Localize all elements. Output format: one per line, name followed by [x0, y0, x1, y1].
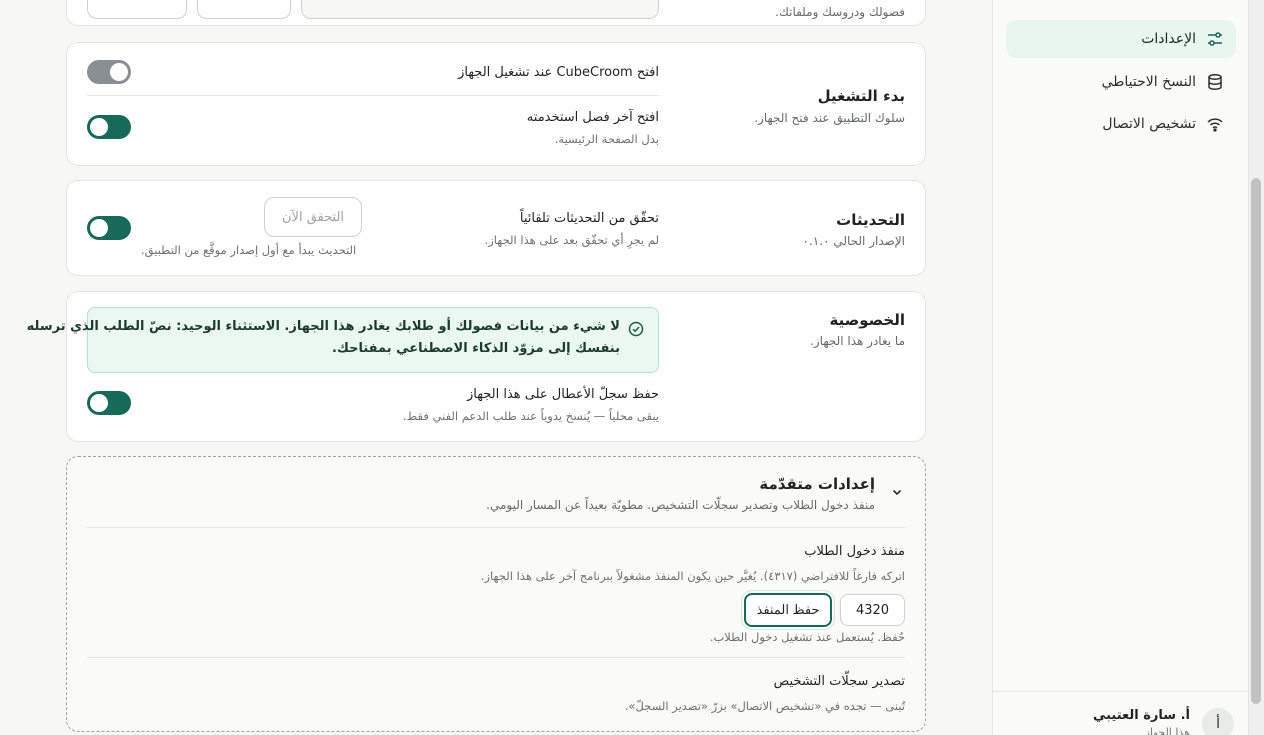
open-last-class-toggle[interactable]	[87, 115, 131, 139]
open-on-boot-label: افتح CubeCroom عند تشغيل الجهاز	[458, 65, 659, 80]
privacy-card: الخصوصية ما يغادر هذا الجهاز. لا شيء من …	[26, 291, 926, 442]
advanced-header[interactable]: إعدادات متقدّمة منفذ دخول الطلاب وتصدير …	[67, 457, 925, 527]
updates-subtitle: الإصدار الحالي ٠.١.٠	[802, 234, 905, 248]
check-now-note: التحديث يبدأ مع أول إصدار موقَّع من التط…	[141, 243, 357, 257]
top-partial-card: فصولك ودروسك وملفاتك.	[66, 0, 926, 26]
auto-check-label: تحقّق من التحديثات تلقائياً	[519, 211, 659, 226]
sidebar: الإعدادات النسخ الاحتياطي تشخيص الاتصال …	[992, 0, 1248, 735]
export-logs-label: تصدير سجلّات التشخيص	[773, 674, 905, 689]
top-partial-button-1[interactable]	[87, 0, 187, 19]
startup-title: بدء التشغيل	[817, 87, 905, 105]
chevron-down-icon	[892, 489, 902, 496]
scrollbar-thumb[interactable]	[1251, 178, 1261, 704]
check-now-button[interactable]: التحقق الآن	[264, 197, 362, 237]
crash-log-toggle[interactable]	[87, 391, 131, 415]
privacy-title: الخصوصية	[829, 311, 905, 329]
advanced-panel: إعدادات متقدّمة منفذ دخول الطلاب وتصدير …	[66, 456, 926, 732]
sidebar-item-label: الإعدادات	[1141, 31, 1196, 47]
avatar: أ	[1202, 708, 1234, 735]
top-partial-subtitle: فصولك ودروسك وملفاتك.	[775, 5, 905, 19]
crash-log-label: حفظ سجلّ الأعطال على هذا الجهاز	[467, 387, 659, 402]
sidebar-item-settings[interactable]: الإعدادات	[1006, 20, 1236, 58]
sidebar-item-backup[interactable]: النسخ الاحتياطي	[1006, 63, 1236, 101]
wifi-icon	[1207, 118, 1223, 132]
open-on-boot-toggle[interactable]	[87, 60, 131, 84]
crash-log-sub: يبقى محلياً — يُنسخ يدوياً عند طلب الدعم…	[402, 409, 659, 423]
privacy-notice-line1: لا شيء من بيانات فصولك أو طلابك يغادر هذ…	[26, 319, 620, 334]
user-subtitle: هذا الجهاز	[1144, 726, 1190, 735]
port-label: منفذ دخول الطلاب	[804, 544, 905, 559]
sidebar-item-partial-top[interactable]	[1006, 0, 1236, 6]
port-status: حُفظ. يُستعمل عند تشغيل دخول الطلاب.	[709, 630, 905, 644]
advanced-divider-2	[87, 657, 905, 658]
sidebar-user[interactable]: أ أ. سارة العتيبي هذا الجهاز	[992, 691, 1248, 735]
updates-title: التحديثات	[836, 211, 905, 229]
startup-card: بدء التشغيل سلوك التطبيق عند فتح الجهاز.…	[66, 42, 926, 166]
save-port-button[interactable]: حفظ المنفذ	[744, 593, 832, 627]
open-last-class-sub: بدل الصفحة الرئيسية.	[554, 132, 659, 146]
export-logs-sub: تُبنى — تجده في «تشخيص الاتصال» بزرّ «تص…	[624, 699, 905, 713]
auto-check-sub: لم يجرِ أي تحقّق بعد على هذا الجهاز.	[484, 233, 659, 247]
auto-check-toggle[interactable]	[87, 216, 131, 240]
updates-card: التحديثات الإصدار الحالي ٠.١.٠ تحقّق من …	[66, 180, 926, 276]
privacy-notice: لا شيء من بيانات فصولك أو طلابك يغادر هذ…	[26, 307, 659, 373]
advanced-title: إعدادات متقدّمة	[759, 475, 875, 493]
advanced-subtitle: منفذ دخول الطلاب وتصدير سجلّات التشخيص. …	[486, 498, 875, 512]
sidebar-item-label: النسخ الاحتياطي	[1101, 74, 1196, 90]
page-scrollbar[interactable]	[1248, 0, 1264, 735]
sidebar-item-label: تشخيص الاتصال	[1102, 116, 1196, 132]
top-partial-field[interactable]	[301, 0, 659, 19]
port-help: اتركه فارغاً للافتراضي (٤٣١٧). يُغيَّر ح…	[480, 569, 905, 583]
privacy-notice-line2: بنفسك إلى مزوّد الذكاء الاصطناعي بمفتاحك…	[332, 341, 620, 356]
startup-divider	[87, 95, 659, 96]
sidebar-item-diagnostics[interactable]: تشخيص الاتصال	[1006, 105, 1236, 143]
startup-subtitle: سلوك التطبيق عند فتح الجهاز.	[754, 111, 905, 125]
port-input[interactable]: 4320	[840, 594, 905, 626]
database-icon	[1208, 74, 1222, 90]
check-circle-icon	[628, 321, 644, 337]
open-last-class-label: افتح آخر فصل استخدمته	[526, 110, 659, 125]
advanced-divider-1	[87, 527, 905, 528]
user-name: أ. سارة العتيبي	[1092, 708, 1190, 723]
sliders-icon	[1208, 32, 1222, 46]
top-partial-button-2[interactable]	[197, 0, 291, 19]
privacy-subtitle: ما يغادر هذا الجهاز.	[810, 334, 905, 348]
